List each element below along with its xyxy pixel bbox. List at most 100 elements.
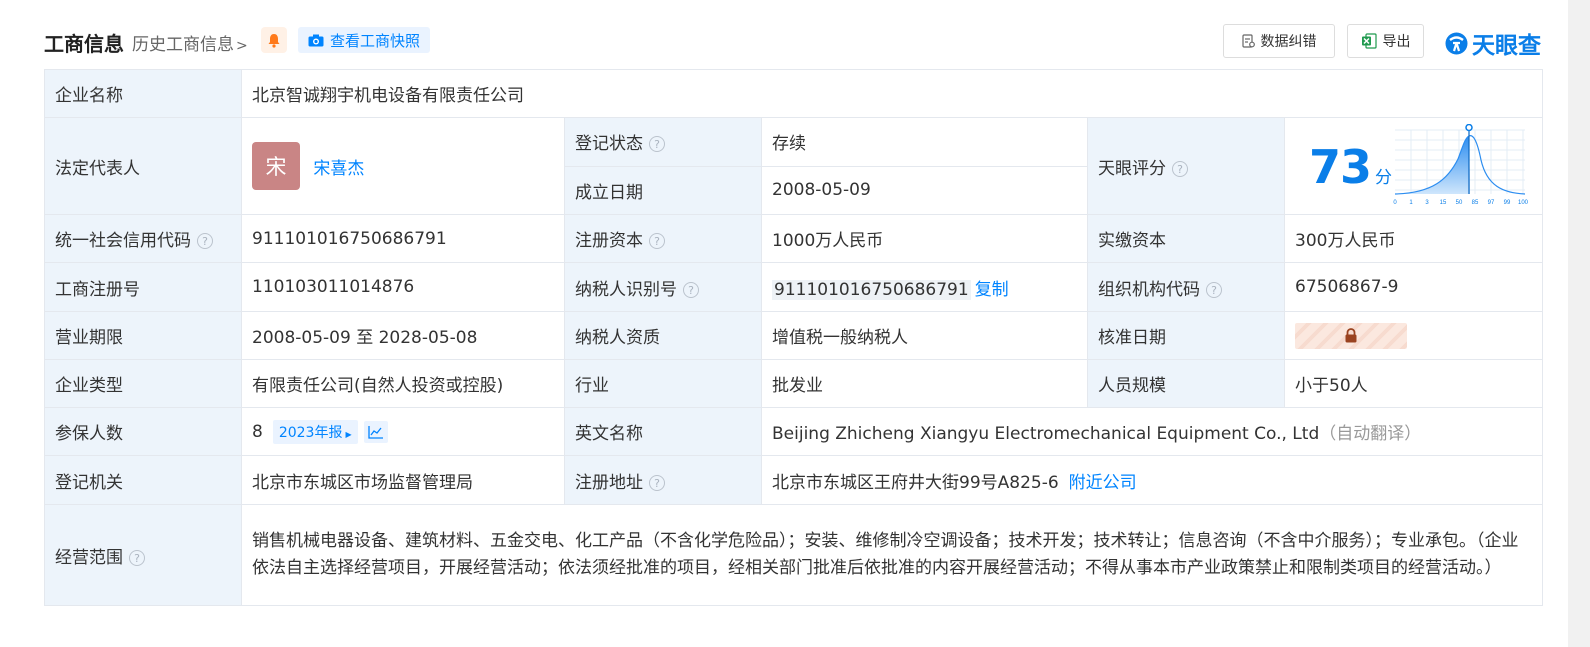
- org-code-value: 67506867-9: [1283, 262, 1544, 312]
- view-snapshot-label: 查看工商快照: [330, 31, 421, 50]
- authority-label: 登记机关: [44, 455, 242, 505]
- industry-label: 行业: [564, 359, 762, 408]
- taxpayer-qual-value: 增值税一般纳税人: [761, 311, 1088, 360]
- axis-tick: 1: [1409, 200, 1413, 206]
- logo-text: 天眼查: [1472, 33, 1541, 59]
- reg-status-value: 存续: [761, 117, 1088, 167]
- vip-locked-field[interactable]: [1295, 322, 1407, 349]
- history-link-label: 历史工商信息: [132, 35, 234, 55]
- help-icon[interactable]: ?: [197, 233, 213, 249]
- score-unit: 分: [1375, 168, 1393, 188]
- legal-rep-label: 法定代表人: [44, 117, 242, 215]
- lock-icon: [1345, 328, 1357, 343]
- type-value: 有限责任公司(自然人投资或控股): [241, 359, 565, 408]
- business-scope-value: 销售机械电器设备、建筑材料、五金交电、化工产品（不含化学危险品）；安装、维修制冷…: [240, 504, 1544, 606]
- taxpayer-id-label: 纳税人识别号: [575, 279, 677, 300]
- company-name-value: 北京智诚翔宇机电设备有限责任公司: [240, 69, 1544, 118]
- business-info-panel: 工商信息 历史工商信息> 查看工商快照 数据纠错 导出 天眼查 企业名称 北京: [0, 0, 1568, 647]
- address-value: 北京市东城区王府井大街99号A825-6: [772, 472, 1059, 493]
- staff-label: 人员规模: [1087, 359, 1285, 408]
- auto-translate-note: （自动翻译）: [1319, 424, 1422, 444]
- help-icon[interactable]: ?: [649, 136, 665, 153]
- paid-capital-value: 300万人民币: [1283, 214, 1544, 263]
- history-business-info-link[interactable]: 历史工商信息 >: [132, 30, 248, 55]
- approval-date-label: 核准日期: [1087, 311, 1285, 360]
- help-icon[interactable]: ?: [1172, 160, 1188, 177]
- data-correction-button[interactable]: 数据纠错: [1223, 24, 1335, 58]
- table-row: 统一社会信用代码? 911101016750686791 注册资本? 1000万…: [44, 214, 1544, 263]
- table-row: 企业名称 北京智诚翔宇机电设备有限责任公司: [44, 69, 1544, 118]
- help-icon[interactable]: ?: [129, 549, 145, 566]
- table-row: 营业期限 2008-05-09 至 2028-05-08 纳税人资质 增值税一般…: [44, 311, 1544, 360]
- axis-tick: 85: [1472, 200, 1479, 206]
- reg-capital-value: 1000万人民币: [761, 214, 1088, 263]
- business-info-table: 企业名称 北京智诚翔宇机电设备有限责任公司 法定代表人 宋 宋喜杰 登记状态? …: [44, 69, 1544, 606]
- help-icon[interactable]: ?: [683, 281, 699, 298]
- approval-date-cell: [1283, 311, 1544, 360]
- scope-label: 经营范围: [55, 547, 123, 568]
- chevron-right-icon: >: [236, 38, 248, 54]
- section-title: 工商信息: [44, 32, 124, 56]
- axis-tick: 15: [1440, 200, 1447, 206]
- help-icon[interactable]: ?: [649, 474, 665, 491]
- table-row: 法定代表人 宋 宋喜杰 登记状态? 存续 天眼评分? 73 分 0 1 3 15…: [44, 117, 1544, 215]
- insured-label: 参保人数: [44, 407, 242, 456]
- export-button[interactable]: 导出: [1347, 24, 1424, 58]
- axis-tick: 99: [1504, 200, 1511, 206]
- table-row: 登记机关 北京市东城区市场监督管理局 注册地址? 北京市东城区王府井大街99号A…: [44, 455, 1544, 505]
- axis-tick: 3: [1425, 200, 1429, 206]
- annual-report-tag[interactable]: 2023年报 ▶: [272, 419, 358, 444]
- staff-value: 小于50人: [1283, 359, 1544, 408]
- scope-label-cell: 经营范围?: [44, 504, 242, 606]
- camera-icon: [308, 34, 324, 46]
- copy-link[interactable]: 复制: [975, 280, 1009, 300]
- reg-capital-label: 注册资本: [575, 231, 643, 251]
- address-label: 注册地址: [575, 472, 643, 493]
- taxpayer-id-label-cell: 纳税人识别号?: [564, 262, 762, 312]
- reg-capital-label-cell: 注册资本?: [564, 214, 762, 263]
- scrollbar[interactable]: [1568, 0, 1590, 647]
- address-cell: 北京市东城区王府井大街99号A825-6 附近公司: [760, 455, 1544, 505]
- reg-no-value: 110103011014876: [241, 262, 565, 312]
- avatar: 宋: [252, 142, 300, 190]
- nearby-companies-link[interactable]: 附近公司: [1069, 473, 1137, 493]
- score-display: 73 分: [1309, 140, 1392, 194]
- table-row: 企业类型 有限责任公司(自然人投资或控股) 行业 批发业 人员规模 小于50人: [44, 359, 1544, 408]
- excel-icon: [1361, 33, 1377, 49]
- industry-value: 批发业: [761, 359, 1088, 408]
- help-icon[interactable]: ?: [1206, 281, 1222, 298]
- line-chart-icon: [367, 425, 383, 439]
- axis-tick: 97: [1488, 200, 1495, 206]
- credit-code-label: 统一社会信用代码: [55, 231, 191, 251]
- legal-rep-link[interactable]: 宋喜杰: [313, 159, 364, 179]
- table-row: 工商注册号 110103011014876 纳税人识别号? 9111010167…: [44, 262, 1544, 312]
- taxpayer-qual-label: 纳税人资质: [564, 311, 762, 360]
- insured-cell: 8 2023年报 ▶: [241, 407, 565, 456]
- score-distribution-chart[interactable]: 0 1 3 15 50 85 97 99 100: [1393, 124, 1529, 208]
- score-label-cell: 天眼评分?: [1087, 117, 1285, 215]
- company-name-label: 企业名称: [44, 69, 242, 118]
- reg-no-label: 工商注册号: [44, 262, 242, 312]
- taxpayer-id-cell: 911101016750686791 复制: [761, 262, 1088, 312]
- type-label: 企业类型: [44, 359, 242, 408]
- caret-right-icon: ▶: [345, 429, 352, 439]
- founded-label: 成立日期: [564, 165, 762, 215]
- data-correction-label: 数据纠错: [1260, 34, 1317, 50]
- org-code-label: 组织机构代码: [1098, 279, 1200, 300]
- taxpayer-id-value: 911101016750686791: [772, 279, 971, 300]
- help-icon[interactable]: ?: [649, 233, 665, 249]
- insured-value: 8: [252, 421, 263, 442]
- english-name-cell: Beijing Zhicheng Xiangyu Electromechanic…: [760, 407, 1544, 456]
- score-value: 73: [1309, 140, 1372, 194]
- trend-chart-button[interactable]: [363, 420, 388, 443]
- english-name-value: Beijing Zhicheng Xiangyu Electromechanic…: [772, 424, 1320, 444]
- authority-value: 北京市东城区市场监督管理局: [241, 455, 565, 505]
- legal-rep-cell: 宋 宋喜杰: [241, 117, 565, 215]
- org-code-label-cell: 组织机构代码?: [1087, 262, 1285, 312]
- credit-code-value: 911101016750686791: [241, 214, 565, 263]
- bell-icon[interactable]: [261, 27, 287, 53]
- view-snapshot-button[interactable]: 查看工商快照: [298, 27, 431, 53]
- credit-code-label-cell: 统一社会信用代码?: [44, 214, 242, 263]
- address-label-cell: 注册地址?: [564, 455, 762, 505]
- english-name-label: 英文名称: [564, 407, 762, 456]
